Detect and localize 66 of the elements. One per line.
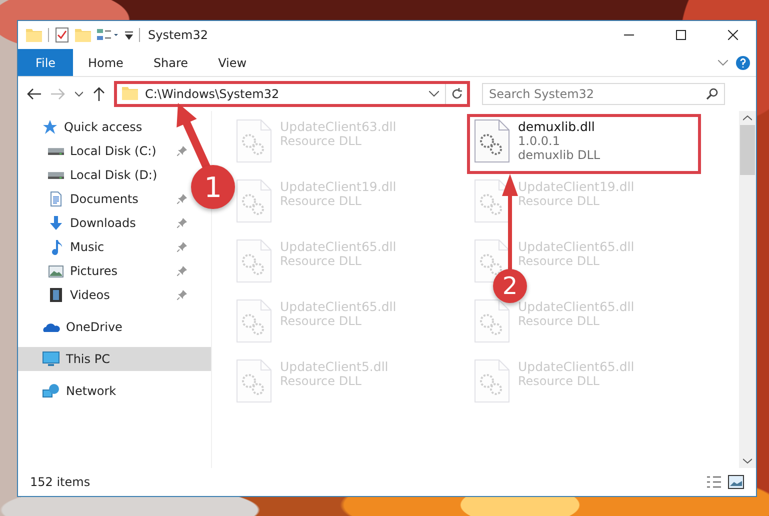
sidebar-item[interactable]: Network xyxy=(18,379,173,403)
star-icon xyxy=(42,119,58,135)
item-count: 152 items xyxy=(30,475,90,489)
dropdown-icon[interactable] xyxy=(125,30,133,40)
sidebar-item[interactable]: Pictures xyxy=(18,259,173,283)
ribbon-tab[interactable]: Share xyxy=(138,49,204,76)
window-title: System32 xyxy=(148,28,208,42)
ribbon-tab[interactable]: View xyxy=(203,49,262,76)
maximize-icon[interactable] xyxy=(676,30,686,40)
scroll-up-icon[interactable] xyxy=(743,115,752,121)
document-icon xyxy=(48,191,64,207)
refresh-icon[interactable] xyxy=(450,88,462,100)
file-item[interactable]: demuxlib.dll 1.0.0.1 demuxlib DLL xyxy=(470,117,698,171)
sidebar-item[interactable]: Documents xyxy=(18,187,173,211)
sidebar-item[interactable]: Local Disk (C:) xyxy=(18,139,173,163)
search-field[interactable]: Search System32 xyxy=(482,83,725,105)
details-view-icon[interactable] xyxy=(706,475,722,489)
help-icon[interactable] xyxy=(736,56,750,70)
folder-icon xyxy=(26,28,42,42)
gear-file-icon xyxy=(236,179,272,223)
annotation-arrow xyxy=(176,103,211,170)
pin-icon[interactable] xyxy=(177,266,187,276)
sidebar-item[interactable]: Downloads xyxy=(18,211,173,235)
gear-file-icon xyxy=(474,299,510,343)
sidebar-item[interactable]: This PC xyxy=(18,347,211,371)
close-icon[interactable] xyxy=(728,30,738,40)
drive-icon xyxy=(48,148,64,154)
download-arrow-icon xyxy=(48,215,64,231)
sidebar-item[interactable]: Quick access xyxy=(18,115,173,139)
address-field[interactable]: C:\Windows\System32 xyxy=(116,83,468,105)
address-path-field[interactable]: C:\Windows\System32 xyxy=(143,86,429,102)
gear-file-icon xyxy=(474,179,510,223)
dropdown-icon[interactable] xyxy=(429,91,439,97)
sidebar-item[interactable]: Videos xyxy=(18,283,173,307)
ribbon-tab[interactable]: Home xyxy=(73,49,138,76)
search-icon[interactable] xyxy=(706,88,718,100)
gear-file-icon xyxy=(474,119,510,163)
pin-icon[interactable] xyxy=(177,242,187,252)
folder-icon xyxy=(122,86,138,100)
pin-icon[interactable] xyxy=(177,194,187,204)
network-globe-icon xyxy=(42,383,60,399)
pin-icon[interactable] xyxy=(177,290,187,300)
gear-file-icon xyxy=(474,359,510,403)
expand-ribbon-icon[interactable] xyxy=(718,60,728,66)
sidebar-item[interactable]: OneDrive xyxy=(18,315,173,339)
gear-file-icon xyxy=(236,299,272,343)
scrollbar[interactable] xyxy=(739,111,756,468)
pin-icon[interactable] xyxy=(177,218,187,228)
scrollbar-thumb[interactable] xyxy=(740,125,755,175)
properties-icon[interactable] xyxy=(55,27,69,43)
monitor-icon xyxy=(42,351,60,367)
sidebar-item[interactable]: Local Disk (D:) xyxy=(18,163,173,187)
file-tab[interactable]: File xyxy=(18,49,73,76)
new-folder-icon xyxy=(75,28,91,42)
scroll-down-icon[interactable] xyxy=(743,458,752,464)
gear-file-icon xyxy=(236,239,272,283)
recent-locations-button[interactable] xyxy=(72,91,86,97)
large-icons-view-icon[interactable] xyxy=(728,475,744,489)
drive-icon xyxy=(48,172,64,178)
gear-file-icon xyxy=(236,119,272,163)
gear-file-icon xyxy=(236,359,272,403)
sidebar-item[interactable]: Music xyxy=(18,235,173,259)
view-options-icon[interactable] xyxy=(97,28,119,42)
film-icon xyxy=(48,287,64,303)
picture-icon xyxy=(48,263,64,279)
pin-icon[interactable] xyxy=(177,146,187,156)
